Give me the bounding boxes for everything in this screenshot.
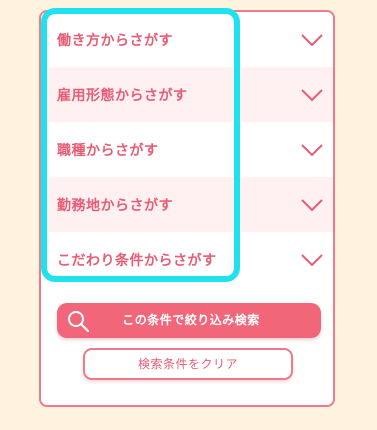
accordion-row-location[interactable]: 勤務地からさがす [41, 177, 333, 232]
row-label-work-style: 働き方からさがす [57, 32, 173, 49]
accordion-row-employment-type[interactable]: 雇用形態からさがす [41, 67, 333, 122]
page: 働き方からさがす 雇用形態からさがす 職種からさがす 勤務地からさがす こだわり [0, 0, 377, 430]
accordion-row-preferences[interactable]: こだわり条件からさがす [41, 232, 333, 287]
row-label-location: 勤務地からさがす [57, 197, 173, 214]
accordion-row-work-style[interactable]: 働き方からさがす [41, 12, 333, 67]
row-label-job-type: 職種からさがす [57, 142, 159, 159]
filter-search-button[interactable]: この条件で絞り込み検索 [57, 303, 321, 338]
chevron-down-icon[interactable] [301, 88, 323, 102]
chevron-down-icon[interactable] [301, 198, 323, 212]
clear-conditions-button-label: 検索条件をクリア [137, 357, 238, 371]
row-label-preferences: こだわり条件からさがす [57, 252, 217, 269]
chevron-down-icon[interactable] [301, 253, 323, 267]
chevron-down-icon[interactable] [301, 33, 323, 47]
filter-search-button-label: この条件で絞り込み検索 [122, 313, 260, 327]
accordion-row-job-type[interactable]: 職種からさがす [41, 122, 333, 177]
row-label-employment-type: 雇用形態からさがす [57, 87, 188, 104]
clear-conditions-button[interactable]: 検索条件をクリア [83, 348, 293, 380]
search-icon [68, 311, 90, 333]
chevron-down-icon[interactable] [301, 143, 323, 157]
